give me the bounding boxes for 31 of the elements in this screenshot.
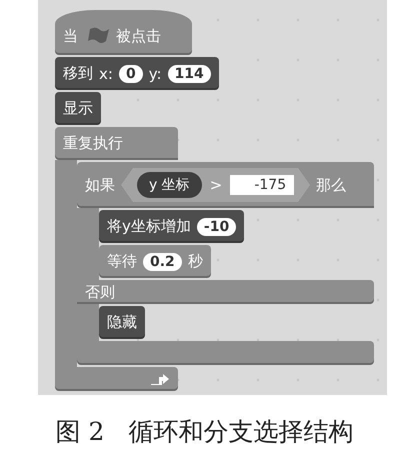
block-label: 隐藏 [107,313,137,332]
figure-caption: 循环和分支选择结构 [128,416,354,448]
block-label: 秒 [188,252,203,271]
number-input[interactable]: 114 [168,64,211,82]
block-label: 重复执行 [63,134,123,153]
block-label: x: [99,64,113,82]
code-block[interactable]: 隐藏 [99,306,145,339]
figure-number: 图 2 [56,416,104,448]
block-label: > [210,176,222,194]
code-block[interactable]: 将y坐标增加 -10 [99,210,244,243]
block-label: y: [148,64,162,82]
loop-arrow-icon [150,372,170,386]
number-input[interactable]: -175 [230,175,294,195]
if-block[interactable]: 如果 y 坐标 > -175 那么 [77,162,374,208]
condition-block[interactable]: y 坐标 > -175 [121,168,310,202]
block-label: 移到 [63,64,93,83]
code-block[interactable]: 等待 0.2 秒 [99,245,211,278]
block-label: 那么 [316,176,346,194]
block-label: 当 [63,27,78,46]
block-label: 被点击 [116,27,161,46]
number-input[interactable]: 0 [118,64,143,82]
block-label: 将y坐标增加 [107,217,191,236]
block-label: 否则 [85,282,115,302]
code-block[interactable]: 移到 x: 0 y: 114 [55,57,219,90]
code-block[interactable]: 显示 [55,92,101,125]
block-label: 显示 [63,99,93,118]
block-label: 如果 [85,176,115,194]
reporter-block[interactable]: y 坐标 [137,172,202,198]
number-input[interactable]: -10 [196,218,236,236]
number-input[interactable]: 0.2 [143,252,182,270]
block-label: 等待 [107,252,137,271]
